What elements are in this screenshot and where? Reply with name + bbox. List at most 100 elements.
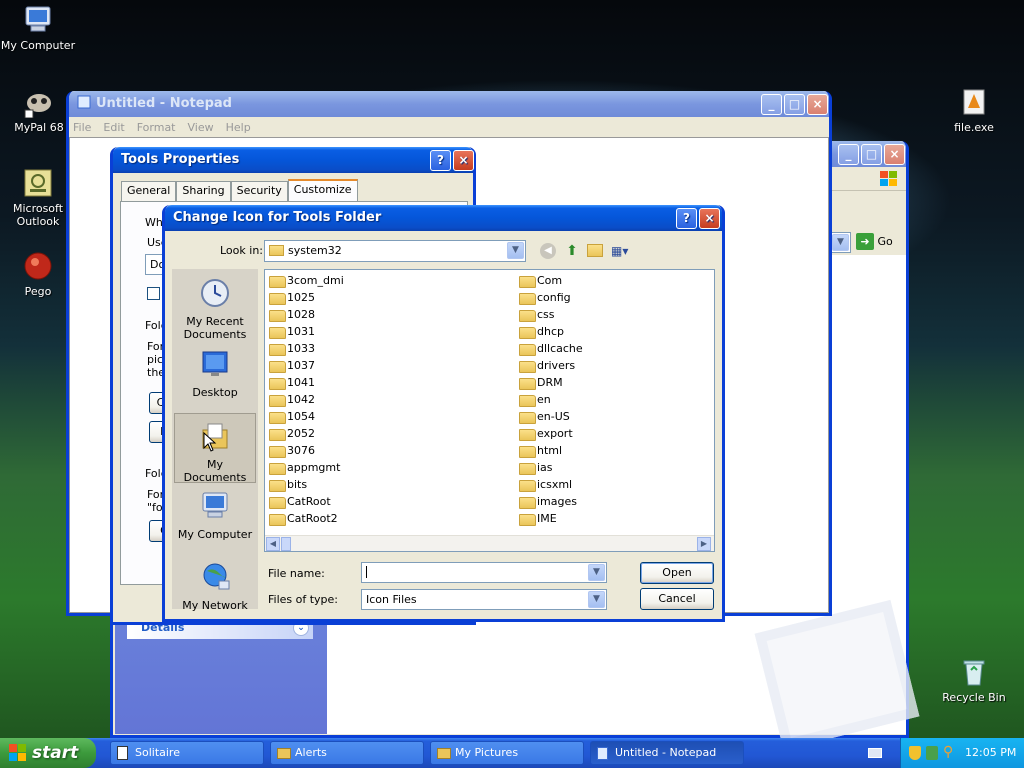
network-icon[interactable] [926,746,938,760]
folder-item[interactable]: 2052 [267,425,344,442]
menu-file[interactable]: File [73,121,91,134]
system-tray: ⚲ 12:05 PM [900,738,1024,768]
help-button[interactable]: ? [430,150,451,171]
folder-item[interactable]: config [517,289,583,306]
view-menu-icon[interactable]: ▦▾ [611,243,633,259]
place-my-network[interactable]: My Network [174,555,256,625]
folder-item[interactable]: Com [517,272,583,289]
taskbar: start Solitaire Alerts My Pictures Untit… [0,738,1024,768]
file-type-label: Files of type: [268,593,339,606]
minimize-button[interactable]: _ [838,144,859,165]
folder-item[interactable]: images [517,493,583,510]
task-my-pictures[interactable]: My Pictures [430,741,584,765]
desktop-icon [202,351,228,376]
search-icon[interactable]: ⚲ [943,744,953,760]
folder-item[interactable]: 1037 [267,357,344,374]
file-name-input[interactable]: ▼ [361,562,607,583]
tools-properties-titlebar[interactable]: Tools Properties ? × [113,147,474,173]
tab-security[interactable]: Security [230,181,288,201]
folder-item[interactable]: 1031 [267,323,344,340]
folder-item[interactable]: dllcache [517,340,583,357]
folder-item[interactable]: en [517,391,583,408]
start-label: start [32,743,79,763]
maximize-button[interactable]: □ [861,144,882,165]
open-label: Open [662,566,692,579]
maximize-button[interactable]: □ [784,94,805,115]
notepad-titlebar[interactable]: Untitled - Notepad _ □ × [69,91,829,117]
cancel-label: Cancel [658,592,696,605]
place-my-computer[interactable]: My Computer [174,484,256,554]
folder-item[interactable]: appmgmt [267,459,344,476]
task-alerts[interactable]: Alerts [270,741,424,765]
close-button[interactable]: × [884,144,905,165]
file-list[interactable]: 3com_dmi 1025 1028 1031 1033 1037 1041 1042 1054… [264,269,715,552]
properties-tabs: General Sharing Security Customize [121,179,358,201]
folder-item[interactable]: 1054 [267,408,344,425]
menu-help[interactable]: Help [226,121,251,134]
back-button[interactable]: ◀ [540,243,556,259]
new-folder-icon[interactable] [587,244,603,257]
solitaire-icon [117,746,128,760]
scroll-right-button[interactable]: ▶ [697,537,711,551]
tab-customize[interactable]: Customize [287,179,358,201]
folder-item[interactable]: 3076 [267,442,344,459]
folder-item[interactable]: 1041 [267,374,344,391]
place-label: My Documents [183,458,247,484]
go-label: Go [877,235,893,248]
folder-item[interactable]: html [517,442,583,459]
folder-item[interactable]: 3com_dmi [267,272,344,289]
desktop-icon-my-computer[interactable]: My Computer [0,4,78,52]
menu-view[interactable]: View [188,121,214,134]
scroll-thumb[interactable] [281,537,291,551]
folder-item[interactable]: drivers [517,357,583,374]
security-shield-icon[interactable] [909,746,921,760]
menu-format[interactable]: Format [137,121,176,134]
desktop-icon-recycle-bin[interactable]: Recycle Bin [934,656,1014,704]
help-button[interactable]: ? [676,208,697,229]
folder-item[interactable]: dhcp [517,323,583,340]
place-desktop[interactable]: Desktop [174,342,256,412]
tab-general[interactable]: General [121,181,177,201]
folder-item[interactable]: bits [267,476,344,493]
close-button[interactable]: × [699,208,720,229]
look-in-combo[interactable]: system32 ▼ [264,240,526,262]
go-button[interactable]: ➜ Go [856,233,901,251]
desktop-icon-label: My Computer [0,39,76,52]
folder-item[interactable]: ias [517,459,583,476]
cancel-button[interactable]: Cancel [640,588,714,610]
tab-sharing[interactable]: Sharing [176,181,231,201]
task-solitaire[interactable]: Solitaire [110,741,264,765]
folder-item[interactable]: 1033 [267,340,344,357]
windows-logo-icon [880,171,897,186]
apply-subfolders-checkbox[interactable] [147,287,160,300]
folder-item[interactable]: DRM [517,374,583,391]
close-button[interactable]: × [807,94,828,115]
close-button[interactable]: × [453,150,474,171]
folder-item[interactable]: CatRoot [267,493,344,510]
scroll-left-button[interactable]: ◀ [266,537,280,551]
minimize-button[interactable]: _ [761,94,782,115]
keyboard-icon[interactable] [868,748,882,758]
horizontal-scrollbar[interactable]: ◀ ▶ [265,535,714,551]
folder-item[interactable]: IME [517,510,583,527]
file-type-value: Icon Files [366,593,417,606]
folder-item[interactable]: CatRoot2 [267,510,344,527]
place-my-recent-documents[interactable]: My Recent Documents [174,271,256,341]
folder-item[interactable]: 1025 [267,289,344,306]
folder-item[interactable]: export [517,425,583,442]
up-folder-icon[interactable]: ⬆ [563,242,581,260]
folder-item[interactable]: 1042 [267,391,344,408]
go-arrow-icon: ➜ [856,233,874,250]
folder-item[interactable]: css [517,306,583,323]
desktop-icon-file-exe[interactable]: file.exe [934,86,1014,134]
change-icon-titlebar[interactable]: Change Icon for Tools Folder ? × [165,205,722,231]
change-icon-title: Change Icon for Tools Folder [173,210,382,225]
start-button[interactable]: start [0,738,96,768]
file-type-select[interactable]: Icon Files ▼ [361,589,607,610]
menu-edit[interactable]: Edit [103,121,124,134]
open-button[interactable]: Open [640,562,714,584]
task-notepad[interactable]: Untitled - Notepad [590,741,744,765]
folder-item[interactable]: en-US [517,408,583,425]
folder-item[interactable]: icsxml [517,476,583,493]
folder-item[interactable]: 1028 [267,306,344,323]
